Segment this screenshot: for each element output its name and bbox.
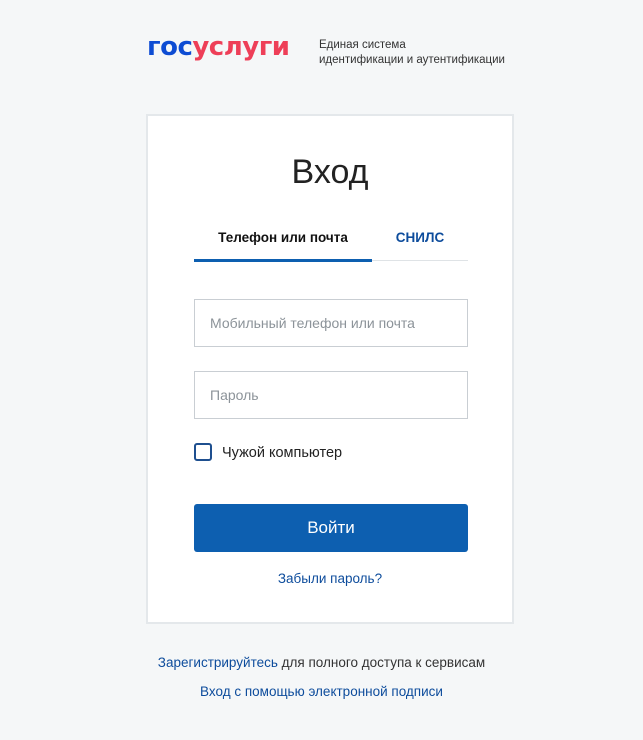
forgot-password-link[interactable]: Забыли пароль? — [148, 571, 512, 586]
header: госуслуги Единая система идентификации и… — [147, 33, 527, 73]
login-method-tabs: Телефон или почта СНИЛС — [194, 228, 468, 262]
register-link[interactable]: Зарегистрируйтесь — [158, 655, 278, 670]
subtitle-line-1: Единая система — [319, 39, 406, 51]
esign-login-link[interactable]: Вход с помощью электронной подписи — [0, 684, 643, 699]
login-field-wrapper — [194, 299, 468, 347]
login-input[interactable] — [195, 300, 467, 346]
foreign-computer-checkbox[interactable] — [194, 443, 212, 461]
login-button[interactable]: Войти — [194, 504, 468, 552]
subtitle-line-2: идентификации и аутентификации — [319, 54, 505, 66]
logo-part-gos: гос — [147, 32, 193, 62]
tab-phone-or-email[interactable]: Телефон или почта — [194, 228, 372, 262]
tab-snils[interactable]: СНИЛС — [372, 228, 468, 260]
gosuslugi-logo[interactable]: госуслуги — [147, 33, 290, 61]
register-text: для полного доступа к сервисам — [277, 655, 486, 670]
system-subtitle: Единая система идентификации и аутентифи… — [319, 38, 505, 68]
logo-part-uslugi: услуги — [192, 32, 290, 62]
password-input[interactable] — [195, 372, 467, 418]
login-card: Вход Телефон или почта СНИЛС Чужой компь… — [146, 114, 514, 624]
password-field-wrapper — [194, 371, 468, 419]
foreign-computer-label[interactable]: Чужой компьютер — [222, 443, 342, 463]
register-line: Зарегистрируйтесь для полного доступа к … — [0, 655, 643, 670]
page-title: Вход — [291, 153, 369, 191]
